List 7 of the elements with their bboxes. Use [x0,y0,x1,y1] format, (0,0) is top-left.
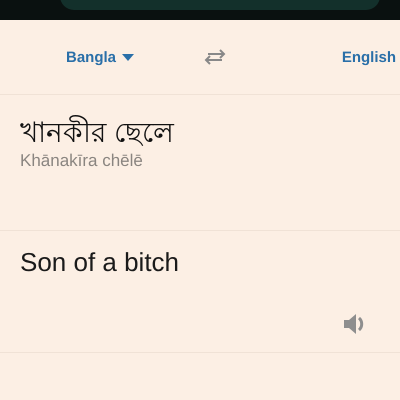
transliteration-text: Khānakīra chēlē [20,151,144,171]
dropdown-icon [122,54,134,60]
source-text[interactable]: খানকীর ছেলে [20,113,380,153]
source-language-button[interactable]: Bangla [62,44,138,70]
swap-icon[interactable] [202,48,228,66]
target-language-button[interactable]: English [338,44,400,70]
translation-text: Son of a bitch [20,246,180,279]
